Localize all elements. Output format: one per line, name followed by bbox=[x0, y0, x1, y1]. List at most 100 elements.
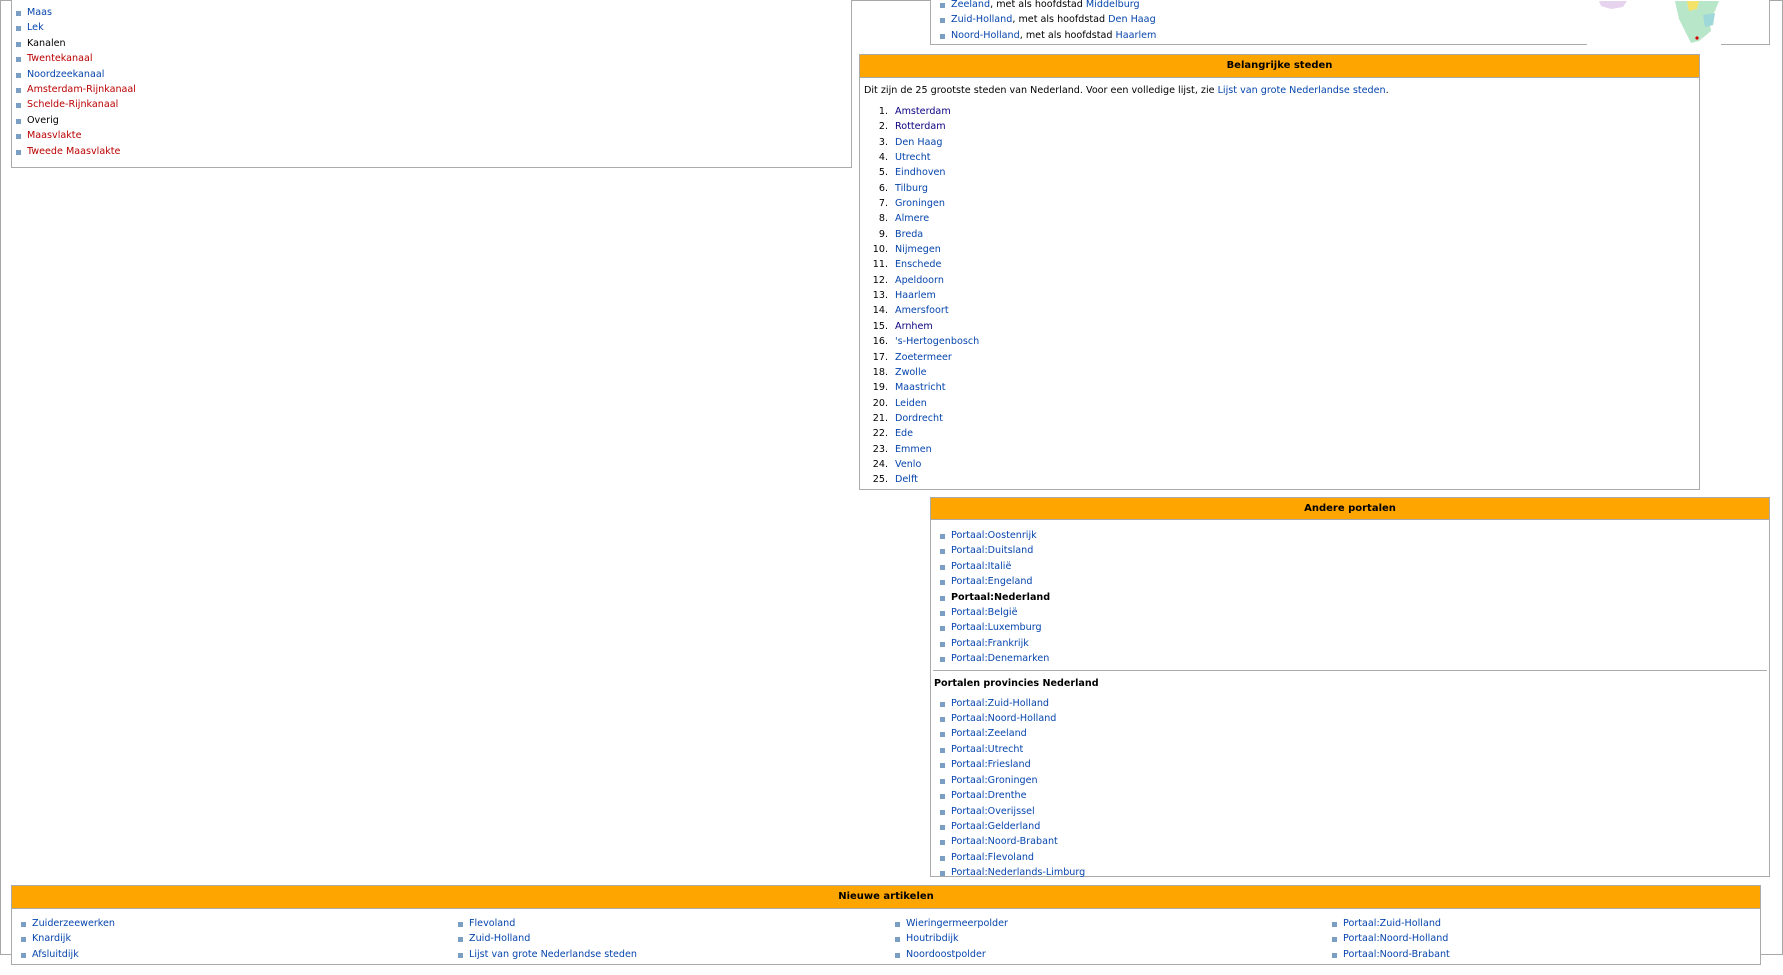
new-articles-box: Nieuwe artikelen Zuiderzeewerken Knardijk… bbox=[11, 885, 1761, 965]
city-link[interactable]: Amsterdam bbox=[895, 106, 951, 117]
current-portal-label: Portaal:Nederland bbox=[951, 591, 1051, 603]
portal-link[interactable]: Portaal:Italië bbox=[951, 561, 1011, 572]
city-item: 22. Ede bbox=[860, 426, 1699, 441]
category-list: Kanalen Twentekanaal Noordzeekanaal Amsterd… bbox=[12, 36, 851, 159]
city-link[interactable]: Arnhem bbox=[895, 321, 933, 332]
city-item: 7. Groningen bbox=[860, 196, 1699, 211]
province-portal-link[interactable]: Portaal:Zeeland bbox=[951, 728, 1027, 739]
city-item: 18. Zwolle bbox=[860, 365, 1699, 380]
city-link[interactable]: Nijmegen bbox=[895, 244, 941, 255]
portal-item: Portaal:Denemarken bbox=[936, 651, 1769, 666]
city-item: 6. Tilburg bbox=[860, 181, 1699, 196]
province-portal-link[interactable]: Portaal:Gelderland bbox=[951, 821, 1040, 832]
city-link[interactable]: Amersfoort bbox=[895, 305, 949, 316]
netherlands-map-image[interactable] bbox=[1587, 1, 1721, 45]
city-rank: 23. bbox=[872, 443, 888, 455]
waterways-box: Maas Lek Kanalen Twentekanaal Noordzeekanaa… bbox=[11, 0, 852, 168]
province-portal-link[interactable]: Portaal:Nederlands-Limburg bbox=[951, 867, 1085, 878]
city-rank: 5. bbox=[878, 167, 888, 179]
province-portal-link[interactable]: Portaal:Drenthe bbox=[951, 790, 1027, 801]
capital-link[interactable]: Middelburg bbox=[1086, 0, 1140, 10]
province-portals-list: Portaal:Zuid-Holland Portaal:Noord-Hollan… bbox=[931, 691, 1769, 881]
new-article-link[interactable]: Zuid-Holland bbox=[469, 933, 530, 944]
new-article-link[interactable]: Portaal:Noord-Holland bbox=[1343, 933, 1448, 944]
list-item: Tweede Maasvlakte bbox=[12, 144, 851, 159]
city-rank: 15. bbox=[872, 320, 888, 332]
portal-link[interactable]: Portaal:België bbox=[951, 607, 1017, 618]
portal-item: Portaal:Luxemburg bbox=[936, 620, 1769, 635]
portal-link[interactable]: Portaal:Luxemburg bbox=[951, 622, 1042, 633]
new-article-link[interactable]: Noordoostpolder bbox=[906, 949, 986, 960]
capital-link[interactable]: Haarlem bbox=[1116, 30, 1157, 41]
new-article-link[interactable]: Houtribdijk bbox=[906, 933, 959, 944]
portal-link[interactable]: Portaal:Denemarken bbox=[951, 653, 1049, 664]
province-portal-link[interactable]: Portaal:Flevoland bbox=[951, 852, 1034, 863]
city-link[interactable]: Rotterdam bbox=[895, 121, 946, 132]
new-article-link[interactable]: Portaal:Zuid-Holland bbox=[1343, 918, 1441, 929]
province-portal-link[interactable]: Portaal:Friesland bbox=[951, 759, 1031, 770]
big-cities-list-link[interactable]: Lijst van grote Nederlandse steden bbox=[1218, 85, 1386, 96]
city-link[interactable]: Maastricht bbox=[895, 382, 946, 393]
city-link[interactable]: Zoetermeer bbox=[895, 352, 952, 363]
city-link[interactable]: Den Haag bbox=[895, 137, 942, 148]
city-link[interactable]: Breda bbox=[895, 229, 923, 240]
portal-link[interactable]: Portaal:Frankrijk bbox=[951, 638, 1029, 649]
city-rank: 2. bbox=[878, 121, 888, 133]
province-portal-link[interactable]: Portaal:Groningen bbox=[951, 775, 1038, 786]
city-link[interactable]: Emmen bbox=[895, 444, 932, 455]
cities-intro-end: . bbox=[1385, 85, 1389, 96]
city-link[interactable]: Utrecht bbox=[895, 152, 931, 163]
province-link[interactable]: Noord-Holland bbox=[951, 30, 1020, 41]
waterway-link[interactable]: Schelde-Rijnkanaal bbox=[27, 99, 118, 110]
category-label: Overig bbox=[12, 113, 851, 128]
city-link[interactable]: Delft bbox=[895, 474, 918, 485]
city-link[interactable]: Haarlem bbox=[895, 290, 936, 301]
province-portal-link[interactable]: Portaal:Utrecht bbox=[951, 744, 1023, 755]
city-link[interactable]: Groningen bbox=[895, 198, 945, 209]
city-item: 11. Enschede bbox=[860, 257, 1699, 272]
province-portal-link[interactable]: Portaal:Noord-Brabant bbox=[951, 836, 1058, 847]
portal-link[interactable]: Portaal:Oostenrijk bbox=[951, 530, 1037, 541]
city-item: 24. Venlo bbox=[860, 457, 1699, 472]
new-article-link[interactable]: Zuiderzeewerken bbox=[32, 918, 115, 929]
portal-link[interactable]: Portaal:Engeland bbox=[951, 576, 1033, 587]
new-article-item: Houtribdijk bbox=[891, 931, 1008, 946]
new-article-link[interactable]: Lijst van grote Nederlandse steden bbox=[469, 949, 637, 960]
city-link[interactable]: Zwolle bbox=[895, 367, 927, 378]
city-link[interactable]: Enschede bbox=[895, 259, 941, 270]
new-article-link[interactable]: Wieringermeerpolder bbox=[906, 918, 1008, 929]
city-link[interactable]: Tilburg bbox=[895, 183, 928, 194]
city-link[interactable]: Venlo bbox=[895, 459, 921, 470]
waterway-link[interactable]: Lek bbox=[27, 22, 44, 33]
new-article-item: Wieringermeerpolder bbox=[891, 916, 1008, 931]
city-link[interactable]: Ede bbox=[895, 428, 913, 439]
new-article-link[interactable]: Knardijk bbox=[32, 933, 71, 944]
portal-link[interactable]: Portaal:Duitsland bbox=[951, 545, 1033, 556]
province-portal-item: Portaal:Drenthe bbox=[936, 788, 1769, 803]
city-link[interactable]: Apeldoorn bbox=[895, 275, 944, 286]
waterway-link[interactable]: Twentekanaal bbox=[27, 53, 93, 64]
province-portal-link[interactable]: Portaal:Overijssel bbox=[951, 806, 1035, 817]
city-link[interactable]: Leiden bbox=[895, 398, 927, 409]
waterway-link[interactable]: Tweede Maasvlakte bbox=[27, 146, 120, 157]
province-link[interactable]: Zuid-Holland bbox=[951, 14, 1012, 25]
new-article-link[interactable]: Portaal:Noord-Brabant bbox=[1343, 949, 1450, 960]
new-article-link[interactable]: Flevoland bbox=[469, 918, 515, 929]
province-portal-item: Portaal:Zuid-Holland bbox=[936, 696, 1769, 711]
province-portal-link[interactable]: Portaal:Zuid-Holland bbox=[951, 698, 1049, 709]
capital-link[interactable]: Den Haag bbox=[1108, 14, 1155, 25]
province-link[interactable]: Zeeland bbox=[951, 0, 990, 10]
portal-item: Portaal:Oostenrijk bbox=[936, 528, 1769, 543]
city-link[interactable]: Eindhoven bbox=[895, 167, 946, 178]
waterway-link[interactable]: Maas bbox=[27, 7, 52, 18]
city-link[interactable]: Dordrecht bbox=[895, 413, 943, 424]
waterway-link[interactable]: Amsterdam-Rijnkanaal bbox=[27, 84, 136, 95]
city-item: 4. Utrecht bbox=[860, 150, 1699, 165]
city-link[interactable]: 's-Hertogenbosch bbox=[895, 336, 979, 347]
province-portal-link[interactable]: Portaal:Noord-Holland bbox=[951, 713, 1056, 724]
city-link[interactable]: Almere bbox=[895, 213, 929, 224]
waterway-link[interactable]: Maasvlakte bbox=[27, 130, 81, 141]
waterway-link[interactable]: Noordzeekanaal bbox=[27, 69, 104, 80]
province-portal-item: Portaal:Zeeland bbox=[936, 726, 1769, 741]
new-article-link[interactable]: Afsluitdijk bbox=[32, 949, 79, 960]
